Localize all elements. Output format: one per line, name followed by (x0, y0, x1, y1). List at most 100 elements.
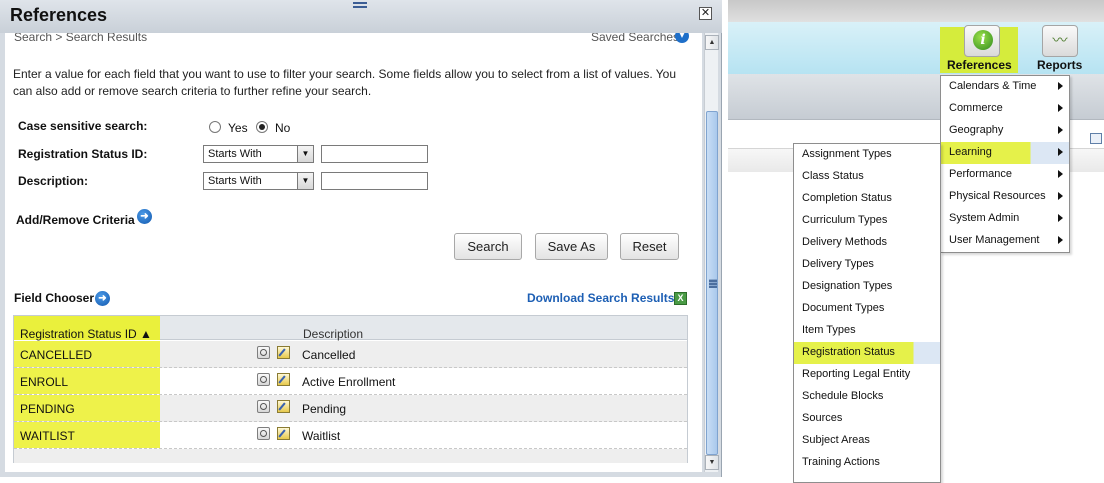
menu-item-delivery-methods[interactable]: Delivery Methods (794, 232, 940, 254)
menu-item-registration-status[interactable]: Registration Status (794, 342, 940, 364)
view-icon[interactable] (257, 346, 270, 359)
menu-item-class-status[interactable]: Class Status (794, 166, 940, 188)
table-row[interactable]: CANCELLED Cancelled (14, 341, 687, 368)
menu-item-document-types[interactable]: Document Types (794, 298, 940, 320)
description-cell: Active Enrollment (302, 375, 396, 389)
description-input[interactable] (321, 172, 428, 190)
menu-item-label: Delivery Methods (802, 236, 887, 248)
menu-item-reporting-legal-entity[interactable]: Reporting Legal Entity (794, 364, 940, 386)
search-button[interactable]: Search (454, 233, 522, 260)
add-remove-criteria-link[interactable]: Add/Remove Criteria (16, 213, 135, 227)
case-sensitive-label: Case sensitive search: (18, 119, 148, 133)
info-icon: i (973, 30, 993, 50)
references-nav-label[interactable]: References (947, 58, 1012, 72)
menu-item-schedule-blocks[interactable]: Schedule Blocks (794, 386, 940, 408)
table-row[interactable]: ENROLL Active Enrollment (14, 368, 687, 395)
application-background: i References 〰 Reports Calendars & Time … (728, 0, 1104, 483)
column-header-registration-status-id[interactable]: Registration Status ID ▲ (14, 316, 160, 341)
menu-item-label: Geography (949, 124, 1004, 136)
case-sensitive-no-label: No (275, 121, 291, 135)
menu-item-label: User Management (949, 234, 1040, 246)
reset-button[interactable]: Reset (620, 233, 679, 260)
top-strip (728, 0, 1104, 22)
chevron-right-icon (1058, 192, 1063, 200)
menu-item-label: Curriculum Types (802, 214, 888, 226)
menu-item-label: Learning (949, 146, 992, 158)
menu-item-subject-areas[interactable]: Subject Areas (794, 430, 940, 452)
description-label: Description: (18, 174, 89, 188)
description-cell: Waitlist (302, 429, 341, 443)
edit-icon[interactable] (277, 427, 290, 440)
arrow-right-icon[interactable]: ➜ (95, 291, 110, 306)
registration-status-id-input[interactable] (321, 145, 428, 163)
menu-item-label: Sources (802, 412, 843, 424)
menu-item-label: Subject Areas (802, 434, 870, 446)
table-row[interactable]: WAITLIST Waitlist (14, 422, 687, 449)
case-sensitive-yes-radio[interactable] (209, 121, 221, 133)
drag-grip-icon[interactable] (353, 2, 367, 8)
menu-item-performance[interactable]: Performance (941, 164, 1069, 186)
dialog-scrollbar[interactable]: ▲ ▬ ▬ ▬ ▼ (704, 33, 719, 472)
field-chooser-link[interactable]: Field Chooser (14, 291, 94, 305)
excel-icon[interactable]: X (674, 292, 687, 305)
breadcrumb[interactable]: Search > Search Results (14, 33, 147, 44)
column-header-description[interactable]: Description (303, 327, 363, 341)
saved-searches-link[interactable]: Saved Searches (591, 33, 679, 44)
menu-item-label: System Admin (949, 212, 1020, 224)
table-row[interactable]: PENDING Pending (14, 395, 687, 422)
registration-status-id-operator-select[interactable]: Starts With ▼ (203, 145, 314, 163)
menu-item-sources[interactable]: Sources (794, 408, 940, 430)
chart-icon[interactable]: 〰 (1042, 25, 1078, 57)
cell-value: PENDING (20, 402, 75, 416)
scrollbar-thumb[interactable]: ▬ ▬ ▬ (706, 111, 718, 455)
scrollbar-grip-icon: ▬ ▬ ▬ (709, 275, 717, 290)
download-search-results-link[interactable]: Download Search Results (527, 291, 674, 305)
case-sensitive-no-radio[interactable] (256, 121, 268, 133)
grid-header: Registration Status ID ▲ Description (14, 316, 687, 341)
menu-item-calendars-time[interactable]: Calendars & Time (941, 76, 1069, 98)
edit-icon[interactable] (277, 346, 290, 359)
scroll-down-icon[interactable]: ▼ (705, 455, 719, 470)
operator-value: Starts With (208, 148, 262, 160)
menu-item-geography[interactable]: Geography (941, 120, 1069, 142)
cell-value: CANCELLED (20, 348, 93, 362)
close-icon[interactable]: ✕ (699, 7, 712, 20)
registration-status-id-cell: CANCELLED (14, 341, 160, 367)
menu-item-completion-status[interactable]: Completion Status (794, 188, 940, 210)
menu-item-curriculum-types[interactable]: Curriculum Types (794, 210, 940, 232)
references-dialog: References ✕ Search > Search Results Sav… (0, 0, 722, 477)
references-nav-button[interactable]: i (964, 25, 1000, 57)
dialog-body: Search > Search Results Saved Searches ▾… (5, 33, 702, 472)
reports-nav-label[interactable]: Reports (1037, 58, 1082, 72)
view-icon[interactable] (257, 373, 270, 386)
menu-item-learning[interactable]: Learning (941, 142, 1069, 164)
menu-item-system-admin[interactable]: System Admin (941, 208, 1069, 230)
menu-item-training-actions[interactable]: Training Actions (794, 452, 940, 474)
results-grid: Registration Status ID ▲ Description CAN… (13, 315, 688, 463)
scroll-up-icon[interactable]: ▲ (705, 35, 719, 50)
menu-item-item-types[interactable]: Item Types (794, 320, 940, 342)
menu-item-label: Assignment Types (802, 148, 892, 160)
menu-item-label: Designation Types (802, 280, 893, 292)
menu-item-user-management[interactable]: User Management (941, 230, 1069, 252)
chevron-down-icon[interactable]: ▼ (297, 173, 313, 189)
menu-item-delivery-types[interactable]: Delivery Types (794, 254, 940, 276)
arrow-right-icon[interactable]: ➜ (137, 209, 152, 224)
dialog-titlebar[interactable]: References ✕ (0, 0, 722, 33)
save-as-button[interactable]: Save As (535, 233, 608, 260)
description-operator-select[interactable]: Starts With ▼ (203, 172, 314, 190)
menu-item-physical-resources[interactable]: Physical Resources (941, 186, 1069, 208)
chevron-down-icon[interactable]: ▾ (675, 33, 689, 43)
view-icon[interactable] (257, 427, 270, 440)
registration-status-id-label: Registration Status ID: (18, 147, 148, 161)
search-instructions: Enter a value for each field that you wa… (13, 67, 677, 98)
menu-item-assignment-types[interactable]: Assignment Types (794, 144, 940, 166)
edit-icon[interactable] (277, 373, 290, 386)
view-icon[interactable] (257, 400, 270, 413)
menu-item-commerce[interactable]: Commerce (941, 98, 1069, 120)
cell-value: WAITLIST (20, 429, 75, 443)
chevron-down-icon[interactable]: ▼ (297, 146, 313, 162)
view-toggle-icon[interactable] (1090, 133, 1102, 144)
edit-icon[interactable] (277, 400, 290, 413)
menu-item-designation-types[interactable]: Designation Types (794, 276, 940, 298)
